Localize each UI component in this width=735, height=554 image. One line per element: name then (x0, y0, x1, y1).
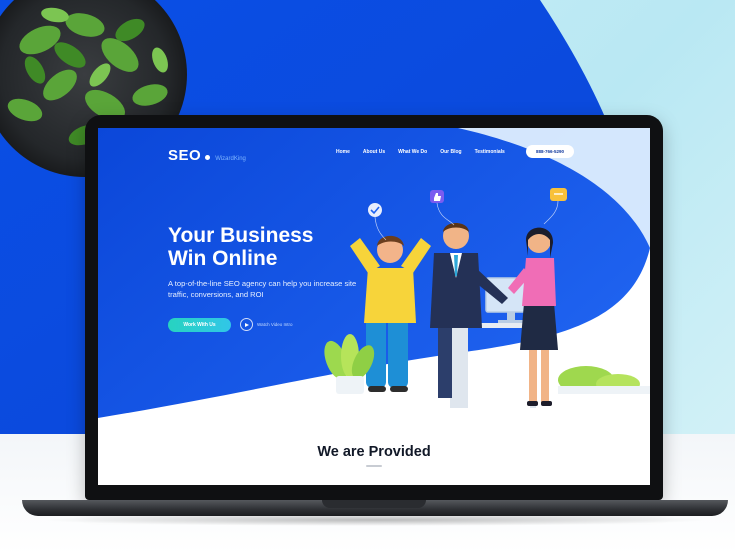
work-with-us-button[interactable]: Work With Us (168, 318, 231, 332)
laptop-notch (322, 500, 426, 508)
logo-text: SEO (168, 147, 202, 164)
laptop-shadow (40, 514, 710, 526)
hero-illustration (98, 128, 650, 418)
section-title: We are Provided (317, 444, 431, 460)
phone-button[interactable]: 888-766-5290 (526, 145, 574, 158)
watch-video-button[interactable]: Watch Video Intro (240, 318, 293, 331)
nav-testimonials[interactable]: Testimonials (475, 149, 505, 155)
hero-subtitle: A top-of-the-line SEO agency can help yo… (168, 279, 357, 299)
site-logo[interactable]: SEO WizardKing (168, 147, 246, 164)
nav-our-blog[interactable]: Our Blog (440, 149, 461, 155)
logo-dot (205, 155, 211, 160)
main-nav: Home About Us What We Do Our Blog Testim… (336, 149, 505, 155)
hero-title: Your Business Win Online (168, 224, 368, 270)
hero-title-line-2: Win Online (168, 247, 278, 270)
nav-home[interactable]: Home (336, 149, 350, 155)
hero-title-line-1: Your Business (168, 224, 314, 247)
play-icon (240, 318, 253, 331)
watch-video-label: Watch Video Intro (257, 322, 293, 327)
laptop-screen: SEO WizardKing Home About Us What We Do … (98, 128, 650, 485)
scene-bush-right (558, 366, 650, 394)
nav-about-us[interactable]: About Us (363, 149, 385, 155)
hero-section: SEO WizardKing Home About Us What We Do … (98, 128, 650, 418)
section-divider (366, 465, 382, 467)
nav-what-we-do[interactable]: What We Do (398, 149, 427, 155)
logo-subtext: WizardKing (215, 156, 246, 162)
